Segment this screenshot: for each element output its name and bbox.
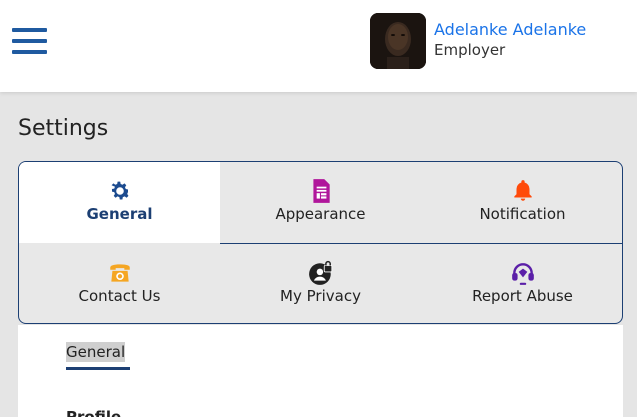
tab-appearance[interactable]: Appearance bbox=[220, 162, 421, 243]
avatar-image bbox=[370, 13, 426, 69]
tab-label: Contact Us bbox=[78, 287, 161, 305]
tab-label: Notification bbox=[479, 205, 566, 223]
user-avatar[interactable] bbox=[370, 13, 426, 69]
tab-contact-us[interactable]: Contact Us bbox=[19, 244, 220, 323]
sub-tab-underline bbox=[66, 367, 130, 370]
menu-bar bbox=[12, 28, 47, 32]
hamburger-menu-icon[interactable] bbox=[12, 28, 48, 56]
gear-icon bbox=[111, 181, 130, 200]
user-role: Employer bbox=[434, 41, 506, 59]
tab-label: Appearance bbox=[275, 205, 366, 223]
sub-tab-general[interactable]: General bbox=[66, 342, 126, 362]
settings-tabs: General Appearance Notification Contact … bbox=[18, 161, 623, 324]
bell-icon bbox=[513, 180, 532, 201]
settings-content: General Profile bbox=[18, 325, 623, 417]
telephone-icon bbox=[109, 264, 130, 282]
menu-bar bbox=[12, 39, 47, 43]
tab-label: Report Abuse bbox=[472, 287, 573, 305]
top-header: Adelanke Adelanke Employer bbox=[0, 0, 637, 92]
headset-icon bbox=[511, 263, 534, 285]
tab-label: General bbox=[86, 205, 153, 223]
document-icon bbox=[312, 179, 330, 203]
tab-general[interactable]: General bbox=[19, 162, 220, 243]
tab-label: My Privacy bbox=[280, 287, 361, 305]
tab-report-abuse[interactable]: Report Abuse bbox=[421, 244, 622, 323]
user-name[interactable]: Adelanke Adelanke bbox=[434, 20, 586, 39]
menu-bar bbox=[12, 50, 47, 54]
tab-notification[interactable]: Notification bbox=[421, 162, 622, 243]
page-title: Settings bbox=[18, 116, 109, 141]
tab-my-privacy[interactable]: My Privacy bbox=[220, 244, 421, 323]
user-lock-icon bbox=[308, 260, 332, 285]
profile-section-label: Profile bbox=[66, 408, 122, 417]
